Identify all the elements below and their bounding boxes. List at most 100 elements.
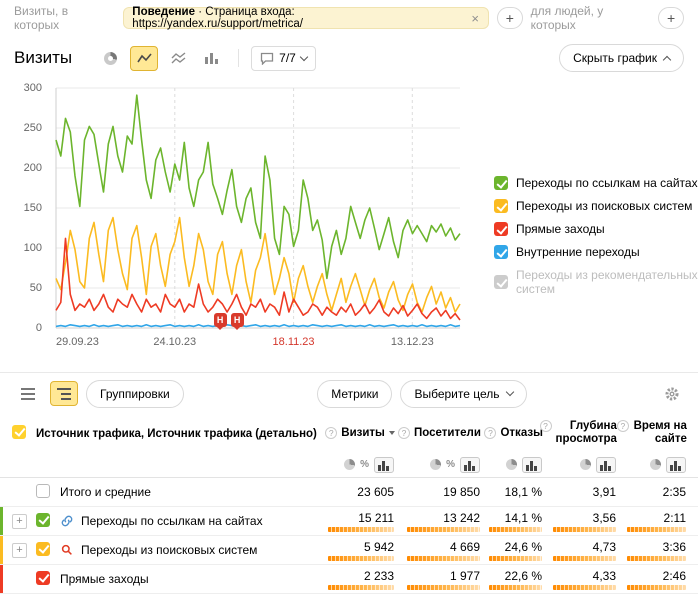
legend-checkbox-internal[interactable] bbox=[494, 245, 508, 259]
bars-toggle-icon[interactable] bbox=[374, 457, 394, 473]
metric-value: 3,91 bbox=[542, 485, 616, 499]
add-people-filter-button[interactable]: + bbox=[658, 7, 684, 29]
pie-toggle-icon[interactable] bbox=[506, 459, 517, 470]
line-chart-icon bbox=[137, 52, 152, 64]
expand-row-button[interactable]: + bbox=[12, 514, 27, 529]
column-header-depth[interactable]: ?Глубина просмотра bbox=[543, 420, 617, 446]
table-toolbar: Группировки Метрики Выберите цель bbox=[0, 372, 698, 414]
hide-chart-button[interactable]: Скрыть график bbox=[559, 44, 684, 72]
metric-histogram bbox=[489, 527, 542, 532]
legend-item-links[interactable]: Переходы по ссылкам на сайтах bbox=[494, 176, 698, 190]
row-checkbox[interactable] bbox=[36, 571, 50, 585]
metric-value: 23 605 bbox=[316, 485, 394, 499]
legend-item-internal[interactable]: Внутренние переходы bbox=[494, 245, 698, 259]
pie-toggle-icon[interactable] bbox=[344, 459, 355, 470]
metric-value: 4 669 bbox=[394, 540, 480, 554]
chart-type-stacked-button[interactable] bbox=[164, 46, 192, 71]
tree-view-icon bbox=[57, 388, 71, 400]
metric-value: 2:11 bbox=[616, 511, 686, 525]
help-icon[interactable]: ? bbox=[617, 420, 629, 432]
row-checkbox[interactable] bbox=[36, 484, 50, 498]
row-label[interactable]: Переходы по ссылкам на сайтах bbox=[81, 514, 263, 528]
metric-value: 4,73 bbox=[542, 540, 616, 554]
legend-item-direct[interactable]: Прямые заходы bbox=[494, 222, 698, 236]
dimension-header: Источник трафика, Источник трафика (дета… bbox=[36, 428, 317, 440]
help-icon[interactable]: ? bbox=[540, 420, 552, 432]
pie-toggle-icon[interactable] bbox=[650, 459, 661, 470]
comments-count: 7/7 bbox=[279, 51, 296, 65]
note-marker[interactable]: Н bbox=[231, 313, 244, 327]
x-axis-labels: 29.09.2324.10.2318.11.2313.12.23 bbox=[56, 336, 460, 352]
settings-gear-icon[interactable] bbox=[660, 382, 684, 406]
column-header-visitors[interactable]: ?Посетители bbox=[395, 427, 481, 440]
metric-value: 3:36 bbox=[616, 540, 686, 554]
metric-value: 22,6 % bbox=[480, 569, 542, 583]
people-filter-label: для людей, у которых bbox=[531, 4, 651, 32]
metrics-button[interactable]: Метрики bbox=[317, 380, 392, 408]
bars-toggle-icon[interactable] bbox=[596, 457, 616, 473]
segment-chip[interactable]: Поведение · Страница входа: https://yand… bbox=[123, 7, 489, 29]
legend-item-recommendation[interactable]: Переходы из рекомендательных систем bbox=[494, 268, 698, 296]
legend-checkbox-direct[interactable] bbox=[494, 222, 508, 236]
row-checkbox[interactable] bbox=[36, 513, 50, 527]
metric-histogram bbox=[407, 585, 480, 590]
legend-checkbox-links[interactable] bbox=[494, 176, 508, 190]
pie-toggle-icon[interactable] bbox=[580, 459, 591, 470]
add-visit-filter-button[interactable]: + bbox=[497, 7, 523, 29]
expand-row-button[interactable]: + bbox=[12, 543, 27, 558]
percent-toggle-icon[interactable]: % bbox=[446, 459, 455, 470]
legend-checkbox-search[interactable] bbox=[494, 199, 508, 213]
row-label[interactable]: Прямые заходы bbox=[60, 572, 149, 586]
legend-checkbox-recommendation[interactable] bbox=[494, 275, 508, 289]
select-all-checkbox[interactable] bbox=[12, 425, 26, 439]
metric-histogram bbox=[627, 556, 687, 561]
chart-legend: Переходы по ссылкам на сайтах Переходы и… bbox=[494, 176, 698, 372]
link-icon bbox=[60, 514, 74, 528]
chip-close-icon[interactable]: × bbox=[470, 12, 480, 25]
row-label[interactable]: Переходы из поисковых систем bbox=[81, 543, 257, 557]
percent-toggle-icon[interactable]: % bbox=[360, 459, 369, 470]
table-row-site-links[interactable]: + Переходы по ссылкам на сайтах 15 211 1… bbox=[0, 507, 698, 536]
search-icon bbox=[60, 543, 74, 557]
bars-toggle-icon[interactable] bbox=[666, 457, 686, 473]
column-header-visits[interactable]: ?Визиты bbox=[317, 427, 395, 440]
help-icon[interactable]: ? bbox=[398, 427, 410, 439]
row-label: Итого и средние bbox=[60, 485, 151, 499]
pie-toggle-icon[interactable] bbox=[430, 459, 441, 470]
help-icon[interactable]: ? bbox=[484, 427, 496, 439]
metric-value: 14,1 % bbox=[480, 511, 542, 525]
table-row-total[interactable]: Итого и средние 23 605 19 850 18,1 % 3,9… bbox=[0, 478, 698, 507]
visits-chart-area: 050100150200250300 29.09.2324.10.2318.11… bbox=[0, 80, 698, 372]
metric-value: 13 242 bbox=[394, 511, 480, 525]
chart-type-pie-button[interactable] bbox=[96, 46, 124, 71]
chart-plot: 050100150200250300 29.09.2324.10.2318.11… bbox=[0, 80, 470, 372]
note-marker[interactable]: Н bbox=[214, 313, 227, 327]
metric-value: 18,1 % bbox=[480, 485, 542, 499]
comments-button[interactable]: 7/7 bbox=[251, 46, 316, 71]
metric-display-toggles: % % bbox=[0, 452, 698, 478]
column-header-bounce[interactable]: ?Отказы bbox=[481, 427, 543, 440]
chart-type-line-button[interactable] bbox=[130, 46, 158, 71]
chart-type-columns-button[interactable] bbox=[198, 46, 226, 71]
legend-item-search[interactable]: Переходы из поисковых систем bbox=[494, 199, 698, 213]
divider bbox=[238, 49, 239, 67]
table-row-search-engines[interactable]: + Переходы из поисковых систем 5 942 4 6… bbox=[0, 536, 698, 565]
table-header-row: Источник трафика, Источник трафика (дета… bbox=[0, 414, 698, 452]
help-icon[interactable]: ? bbox=[325, 427, 337, 439]
table-row-direct[interactable]: Прямые заходы 2 233 1 977 22,6 % 4,33 2:… bbox=[0, 565, 698, 594]
stacked-chart-icon bbox=[171, 52, 186, 64]
goal-select-label: Выберите цель bbox=[414, 387, 499, 401]
view-list-button[interactable] bbox=[14, 381, 42, 406]
groupings-button[interactable]: Группировки bbox=[86, 380, 184, 408]
legend-label: Переходы из поисковых систем bbox=[516, 199, 692, 213]
view-tree-button[interactable] bbox=[50, 381, 78, 406]
metric-histogram bbox=[328, 527, 394, 532]
column-header-time[interactable]: ?Время на сайте bbox=[617, 420, 687, 446]
metric-histogram bbox=[553, 556, 616, 561]
segment-chip-text: Поведение · Страница входа: https://yand… bbox=[132, 6, 464, 30]
row-checkbox[interactable] bbox=[36, 542, 50, 556]
bars-toggle-icon[interactable] bbox=[522, 457, 542, 473]
metric-histogram bbox=[328, 585, 394, 590]
bars-toggle-icon[interactable] bbox=[460, 457, 480, 473]
goal-select-button[interactable]: Выберите цель bbox=[400, 380, 526, 408]
